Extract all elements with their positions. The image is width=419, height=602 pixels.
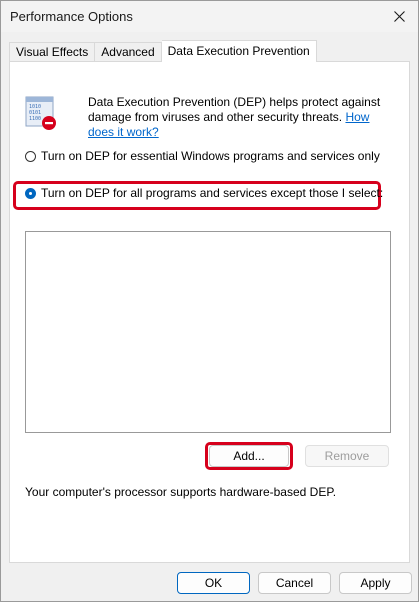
- dep-panel: 1010 0101 1100 Data Execution Prevention…: [9, 61, 410, 563]
- performance-options-window: Performance Options Visual Effects Advan…: [0, 0, 419, 602]
- apply-button[interactable]: Apply: [339, 572, 412, 594]
- close-button[interactable]: [380, 1, 418, 32]
- tab-advanced[interactable]: Advanced: [95, 42, 162, 62]
- radio-all-label: Turn on DEP for all programs and service…: [41, 186, 384, 200]
- remove-button[interactable]: Remove: [305, 445, 389, 467]
- window-title: Performance Options: [10, 9, 133, 24]
- excluded-programs-list[interactable]: [25, 231, 391, 433]
- dep-description: Data Execution Prevention (DEP) helps pr…: [88, 95, 388, 140]
- title-bar: Performance Options: [1, 1, 418, 32]
- hardware-support-text: Your computer's processor supports hardw…: [25, 485, 337, 499]
- svg-text:1100: 1100: [29, 116, 41, 122]
- radio-essential-label: Turn on DEP for essential Windows progra…: [41, 149, 380, 163]
- radio-essential-indicator[interactable]: [25, 150, 36, 162]
- ok-button[interactable]: OK: [177, 572, 250, 594]
- close-icon: [393, 11, 405, 22]
- tab-data-execution-prevention[interactable]: Data Execution Prevention: [161, 40, 317, 62]
- tab-visual-effects[interactable]: Visual Effects: [9, 42, 96, 62]
- radio-essential-only[interactable]: Turn on DEP for essential Windows progra…: [25, 149, 380, 163]
- tab-strip: Visual Effects Advanced Data Execution P…: [9, 40, 317, 62]
- radio-all-indicator[interactable]: [25, 187, 36, 199]
- dep-description-text: Data Execution Prevention (DEP) helps pr…: [88, 95, 381, 124]
- shield-binary-icon: 1010 0101 1100: [25, 96, 56, 130]
- cancel-button[interactable]: Cancel: [258, 572, 331, 594]
- add-button[interactable]: Add...: [209, 445, 289, 467]
- radio-all-programs[interactable]: Turn on DEP for all programs and service…: [25, 186, 383, 200]
